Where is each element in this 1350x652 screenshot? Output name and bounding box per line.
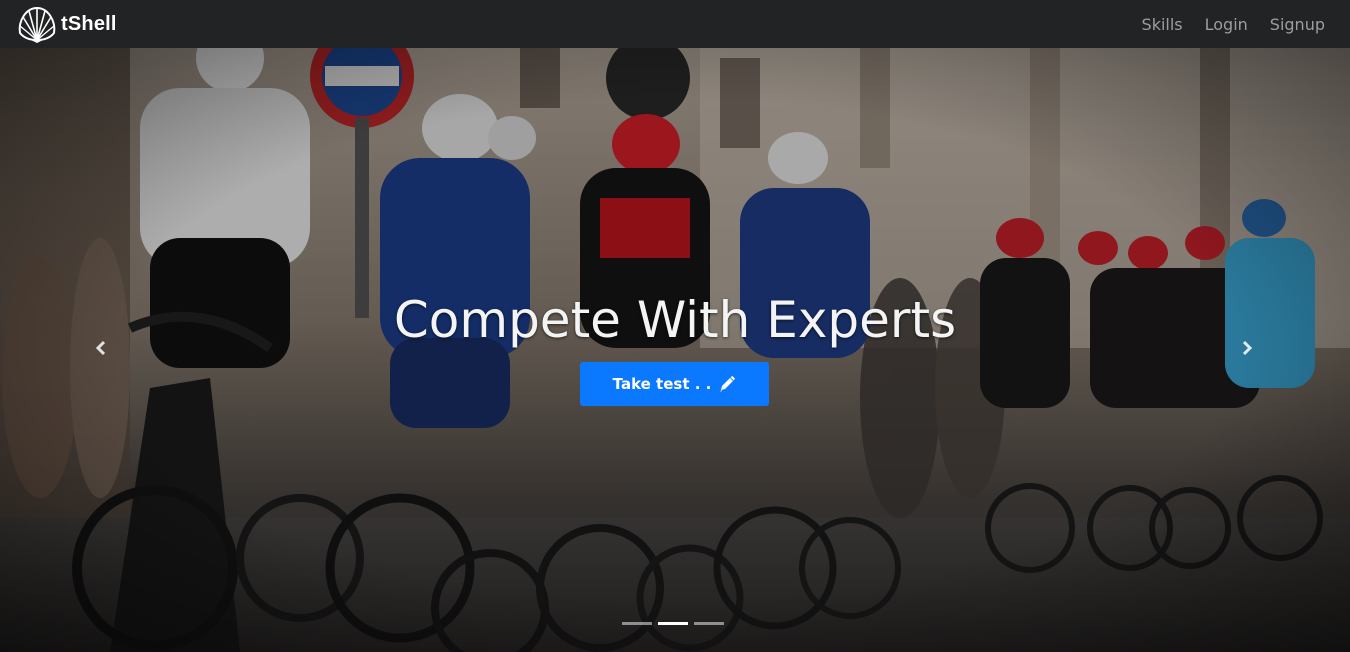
hero-headline: Compete With Experts [393, 291, 957, 349]
nav-link-signup[interactable]: Signup [1259, 15, 1336, 34]
carousel-indicator-1[interactable] [622, 622, 652, 625]
pencil-icon [720, 376, 736, 392]
shell-logo-icon [18, 6, 56, 43]
nav-links: Skills Login Signup [1131, 0, 1336, 48]
carousel-indicator-3[interactable] [694, 622, 724, 625]
chevron-left-icon [95, 340, 106, 356]
hero-caption: Compete With Experts [0, 288, 1350, 352]
carousel-indicator-2[interactable] [658, 622, 688, 625]
nav-link-skills[interactable]: Skills [1131, 15, 1194, 34]
brand-link[interactable]: tShell [16, 5, 117, 43]
take-test-label: Take test . . [612, 375, 712, 393]
brand-name: tShell [61, 12, 117, 35]
nav-link-login[interactable]: Login [1194, 15, 1259, 34]
carousel-prev-button[interactable] [86, 333, 116, 363]
take-test-button[interactable]: Take test . . [580, 362, 769, 406]
carousel-indicators [622, 622, 724, 625]
navbar: tShell Skills Login Signup [0, 0, 1350, 48]
carousel-next-button[interactable] [1232, 333, 1262, 363]
chevron-right-icon [1242, 340, 1253, 356]
hero-carousel: Compete With Experts Take test . . [0, 48, 1350, 652]
